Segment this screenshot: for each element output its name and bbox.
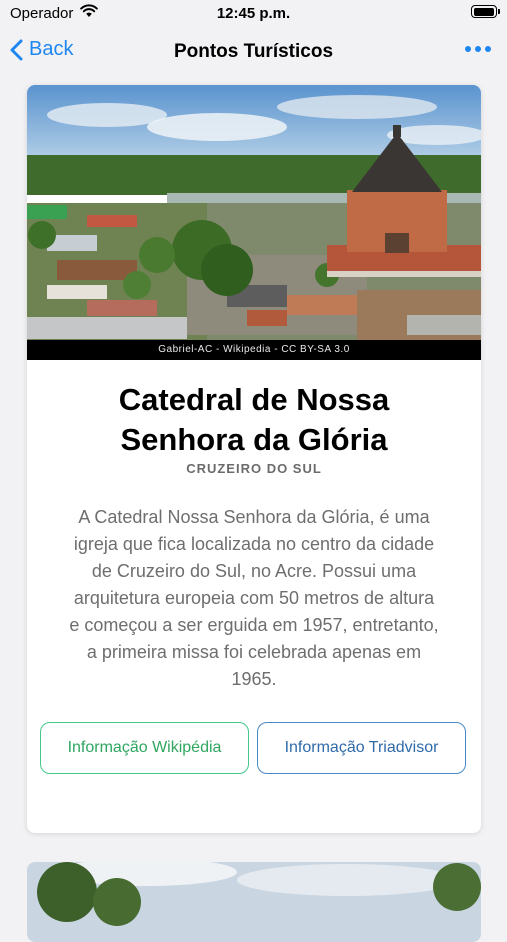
description-line: A Catedral Nossa Senhora da Glória, é um… (78, 507, 430, 527)
attraction-card: Gabriel-AC - Wikipedia - CC BY-SA 3.0 Ca… (27, 85, 481, 833)
description-line: e começou a ser erguida em 1957, entreta… (69, 615, 439, 635)
photo-credit: Gabriel-AC - Wikipedia - CC BY-SA 3.0 (27, 340, 481, 360)
attraction-title: Catedral de Nossa Senhora da Glória (27, 380, 481, 460)
title-line-1: Catedral de Nossa (118, 382, 390, 417)
navigation-bar: Back Pontos Turísticos (0, 28, 507, 76)
next-attraction-photo (27, 862, 481, 942)
description-line: de Cruzeiro do Sul, no Acre. Possui uma (91, 561, 417, 581)
description-line: a primeira missa foi celebrada apenas em (86, 642, 422, 662)
title-line-2: Senhora da Glória (120, 422, 388, 457)
tripadvisor-info-button[interactable]: Informação Triadvisor (257, 722, 466, 774)
ellipsis-icon (465, 46, 471, 52)
cathedral-photo (27, 85, 481, 360)
next-attraction-card[interactable] (27, 862, 481, 942)
attraction-description: A Catedral Nossa Senhora da Glória, é um… (51, 504, 457, 693)
status-bar: Operador 12:45 p.m. (0, 0, 507, 28)
more-options-button[interactable] (465, 46, 491, 52)
page-title: Pontos Turísticos (173, 41, 334, 62)
description-line: 1965. (231, 669, 277, 689)
wikipedia-info-button[interactable]: Informação Wikipédia (40, 722, 249, 774)
description-line: arquitetura europeia com 50 metros de al… (73, 588, 435, 608)
location-label: CRUZEIRO DO SUL (186, 461, 322, 476)
description-line: igreja que fica localizada no centro da … (73, 534, 435, 554)
clock: 12:45 p.m. (216, 5, 291, 22)
battery-icon (471, 5, 500, 18)
